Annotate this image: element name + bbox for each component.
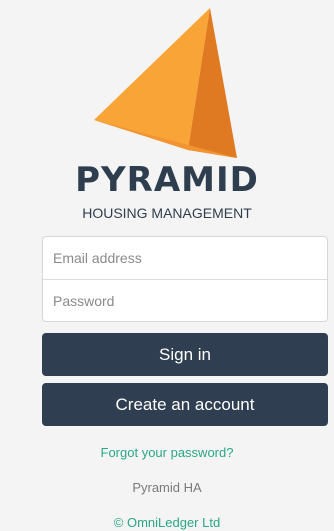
pyramid-logo-icon: [94, 8, 237, 158]
password-field[interactable]: [43, 280, 327, 322]
create-account-button[interactable]: Create an account: [42, 383, 328, 426]
brand-name: PYRAMID: [75, 160, 259, 200]
organization-name: Pyramid HA: [132, 480, 202, 495]
sign-in-button[interactable]: Sign in: [42, 333, 328, 376]
email-field[interactable]: [43, 237, 327, 279]
brand-tagline: HOUSING MANAGEMENT: [82, 205, 252, 221]
forgot-password-link[interactable]: Forgot your password?: [0, 445, 334, 461]
copyright-text: © OmniLedger Ltd: [113, 515, 221, 530]
login-fields: [42, 236, 328, 322]
